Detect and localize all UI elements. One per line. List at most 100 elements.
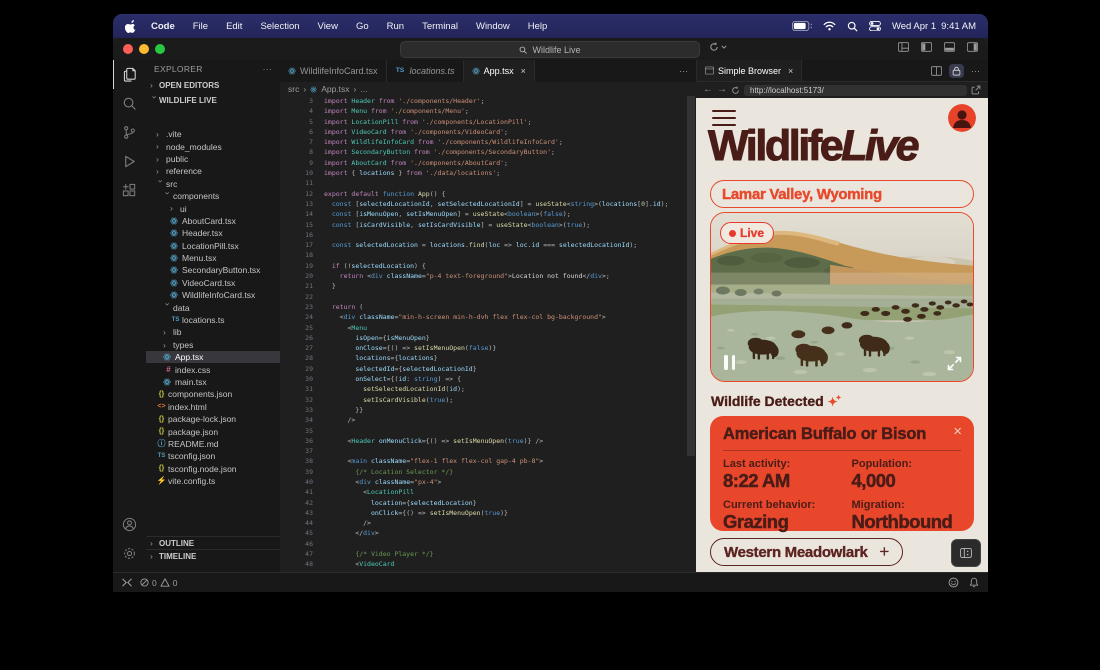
- browser-reload-button[interactable]: [731, 86, 740, 95]
- window-zoom-button[interactable]: [155, 44, 165, 54]
- accounts-icon[interactable]: [113, 510, 146, 539]
- tab-simple-browser[interactable]: Simple Browser ×: [697, 60, 802, 81]
- browser-back-button[interactable]: ←: [703, 85, 713, 95]
- split-editor-icon[interactable]: [931, 66, 942, 76]
- tree-item-lib[interactable]: ›lib: [146, 326, 280, 338]
- run-debug-icon[interactable]: [113, 147, 146, 176]
- close-icon[interactable]: ×: [788, 66, 793, 76]
- settings-gear-icon[interactable]: [113, 539, 146, 568]
- refresh-layout-button[interactable]: [709, 42, 727, 52]
- tree-item-tsconfig.json[interactable]: TStsconfig.json: [146, 450, 280, 462]
- tree-item-data[interactable]: ›data: [146, 301, 280, 313]
- tab-locations[interactable]: TS locations.ts: [387, 60, 464, 82]
- live-video-card[interactable]: Live: [710, 212, 974, 382]
- url-input[interactable]: http://localhost:5173/: [744, 85, 967, 96]
- menu-window[interactable]: Window: [467, 21, 519, 32]
- tree-item-package-lock.json[interactable]: {}package-lock.json: [146, 413, 280, 425]
- tree-item-App.tsx[interactable]: App.tsx: [146, 351, 280, 363]
- tree-item-types[interactable]: ›types: [146, 339, 280, 351]
- tree-item-LocationPill.tsx[interactable]: LocationPill.tsx: [146, 240, 280, 252]
- spotlight-search-icon[interactable]: [847, 21, 858, 32]
- lock-button[interactable]: [949, 64, 964, 78]
- avatar[interactable]: [948, 104, 976, 132]
- menu-help[interactable]: Help: [519, 21, 557, 32]
- tree-item-SecondaryButton.tsx[interactable]: SecondaryButton.tsx: [146, 264, 280, 276]
- tree-item-ui[interactable]: ›ui: [146, 202, 280, 214]
- workspace-root[interactable]: › WILDLIFE LIVE: [146, 93, 280, 107]
- feedback-icon[interactable]: [948, 577, 959, 588]
- toggle-panel-icon[interactable]: [944, 42, 955, 52]
- tree-item-index.css[interactable]: #index.css: [146, 363, 280, 375]
- tree-item-AboutCard.tsx[interactable]: AboutCard.tsx: [146, 215, 280, 227]
- toggle-secondary-sidebar-icon[interactable]: [967, 42, 978, 52]
- tree-item-tsconfig.node.json[interactable]: {}tsconfig.node.json: [146, 463, 280, 475]
- menu-terminal[interactable]: Terminal: [413, 21, 467, 32]
- tree-item-main.tsx[interactable]: main.tsx: [146, 376, 280, 388]
- tree-item-.vite[interactable]: ›.vite: [146, 128, 280, 140]
- menu-go[interactable]: Go: [347, 21, 378, 32]
- extensions-icon[interactable]: [113, 176, 146, 205]
- code-line: 47 {/* Video Player */}: [280, 549, 696, 559]
- tree-item-Menu.tsx[interactable]: Menu.tsx: [146, 252, 280, 264]
- menu-selection[interactable]: Selection: [251, 21, 308, 32]
- tab-app[interactable]: App.tsx ×: [464, 60, 535, 82]
- code-editor[interactable]: 3import Header from './components/Header…: [280, 96, 696, 572]
- chevron-right-icon: ›: [150, 81, 159, 90]
- explorer-view-icon[interactable]: [113, 60, 147, 89]
- tree-item-node_modules[interactable]: ›node_modules: [146, 140, 280, 152]
- remote-indicator[interactable]: [122, 578, 132, 587]
- menu-file[interactable]: File: [184, 21, 217, 32]
- tree-item-locations.ts[interactable]: TSlocations.ts: [146, 314, 280, 326]
- pause-button[interactable]: [724, 355, 735, 370]
- tree-item-WildlifeInfoCard.tsx[interactable]: WildlifeInfoCard.tsx: [146, 289, 280, 301]
- control-center-icon[interactable]: [869, 21, 881, 31]
- menu-view[interactable]: View: [309, 21, 347, 32]
- browser-forward-button[interactable]: →: [717, 85, 727, 95]
- location-pill-button[interactable]: Lamar Valley, Wyoming: [710, 180, 974, 208]
- menu-code[interactable]: Code: [142, 21, 184, 32]
- apple-logo-icon[interactable]: [125, 20, 136, 33]
- tree-item-package.json[interactable]: {}package.json: [146, 425, 280, 437]
- window-close-button[interactable]: [123, 44, 133, 54]
- menu-edit[interactable]: Edit: [217, 21, 251, 32]
- tree-item-components.json[interactable]: {}components.json: [146, 388, 280, 400]
- notifications-bell-icon[interactable]: [969, 577, 979, 588]
- tree-item-README.md[interactable]: ⓘREADME.md: [146, 438, 280, 450]
- explorer-more-icon[interactable]: ···: [263, 64, 272, 74]
- tree-item-index.html[interactable]: <>index.html: [146, 401, 280, 413]
- menubar-date[interactable]: Wed Apr 1: [892, 21, 936, 32]
- tree-item-src[interactable]: ›src: [146, 178, 280, 190]
- tab-wildlifeinfocard[interactable]: WildlifeInfoCard.tsx: [280, 60, 387, 82]
- tree-item-vite.config.ts[interactable]: ⚡vite.config.ts: [146, 475, 280, 487]
- tree-item-reference[interactable]: ›reference: [146, 165, 280, 177]
- open-editors-section[interactable]: › OPEN EDITORS: [146, 78, 280, 93]
- customize-layout-icon[interactable]: [898, 42, 909, 52]
- more-actions-icon[interactable]: ···: [671, 60, 696, 82]
- battery-icon[interactable]: [792, 21, 812, 31]
- menu-run[interactable]: Run: [378, 21, 413, 32]
- open-external-icon[interactable]: [971, 85, 981, 95]
- western-meadowlark-button[interactable]: Western Meadowlark +: [710, 538, 903, 566]
- editor-scrollbar[interactable]: [687, 96, 695, 456]
- tree-item-Header.tsx[interactable]: Header.tsx: [146, 227, 280, 239]
- command-center-search[interactable]: Wildlife Live: [400, 41, 700, 58]
- timeline-section[interactable]: › TIMELINE: [146, 550, 280, 563]
- tree-item-VideoCard.tsx[interactable]: VideoCard.tsx: [146, 277, 280, 289]
- tree-item-public[interactable]: ›public: [146, 153, 280, 165]
- breadcrumb[interactable]: src › App.tsx › ...: [280, 82, 696, 96]
- code-line: 25 <Menu: [280, 323, 696, 333]
- search-view-icon[interactable]: [113, 89, 146, 118]
- wifi-icon[interactable]: [823, 21, 836, 31]
- more-actions-icon[interactable]: ···: [971, 66, 980, 76]
- window-minimize-button[interactable]: [139, 44, 149, 54]
- floating-layout-button[interactable]: [951, 539, 981, 567]
- menubar-time[interactable]: 9:41 AM: [941, 21, 976, 32]
- toggle-primary-sidebar-icon[interactable]: [921, 42, 932, 52]
- source-control-icon[interactable]: [113, 118, 146, 147]
- tree-item-components[interactable]: ›components: [146, 190, 280, 202]
- close-icon[interactable]: ×: [953, 424, 962, 439]
- expand-icon[interactable]: [947, 356, 962, 371]
- problems-indicator[interactable]: 0 0: [140, 578, 177, 588]
- close-icon[interactable]: ×: [521, 66, 526, 76]
- status-bar: 0 0: [113, 572, 988, 592]
